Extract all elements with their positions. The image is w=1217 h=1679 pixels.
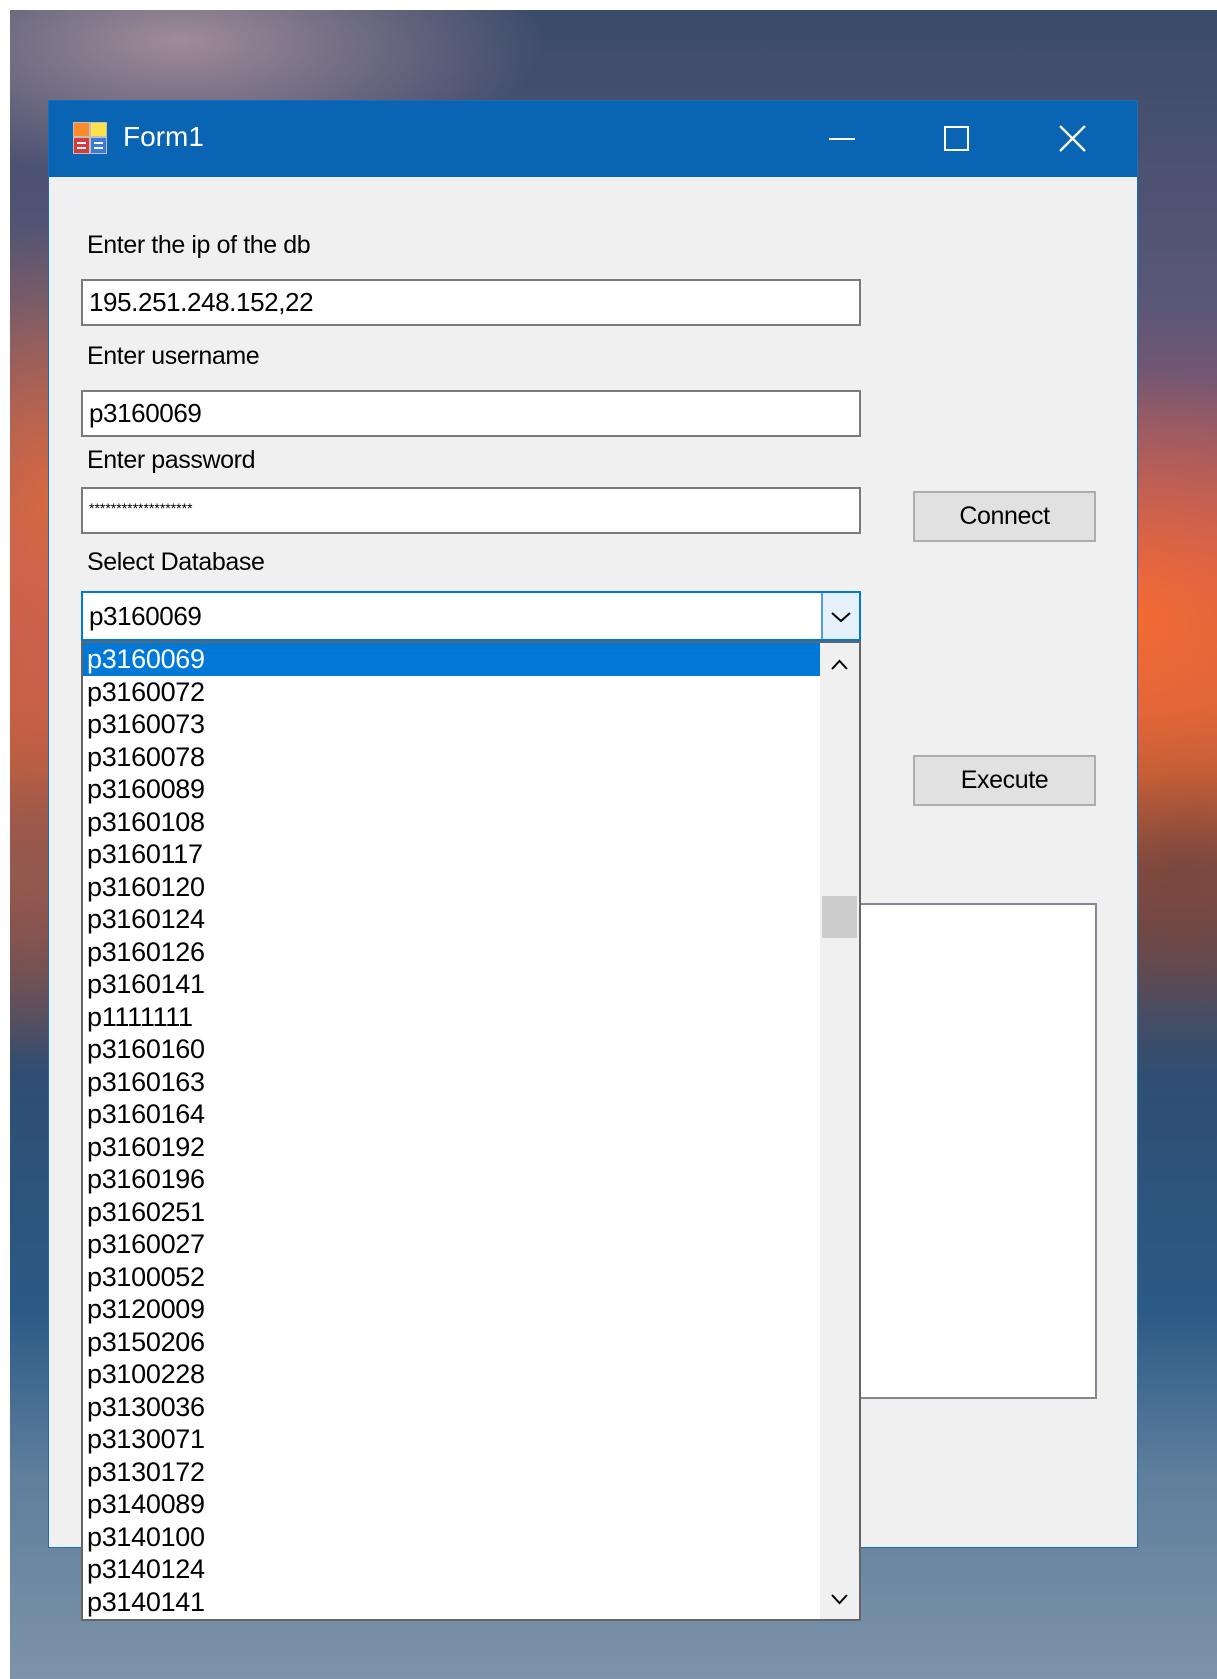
select-database-label: Select Database bbox=[87, 548, 265, 576]
dropdown-option[interactable]: p3130036 bbox=[83, 1391, 822, 1424]
dropdown-option[interactable]: p3160089 bbox=[83, 773, 822, 806]
dropdown-option[interactable]: p3120009 bbox=[83, 1293, 822, 1326]
database-combobox[interactable]: p3160069 bbox=[81, 591, 861, 641]
dropdown-scrollbar[interactable] bbox=[820, 643, 859, 1619]
scrollbar-thumb[interactable] bbox=[822, 896, 857, 938]
dropdown-option[interactable]: p3150206 bbox=[83, 1326, 822, 1359]
dropdown-option[interactable]: p3130071 bbox=[83, 1423, 822, 1456]
dropdown-option[interactable]: p3160163 bbox=[83, 1066, 822, 1099]
database-dropdown-list[interactable]: p3160069 p3160072 p3160073 p3160078 p3160089… bbox=[81, 641, 861, 1621]
window-title: Form1 bbox=[123, 121, 204, 152]
execute-button[interactable]: Execute bbox=[913, 755, 1096, 806]
dropdown-option[interactable]: p3160164 bbox=[83, 1098, 822, 1131]
username-label: Enter username bbox=[87, 342, 260, 370]
dropdown-option[interactable]: p3160072 bbox=[83, 676, 822, 709]
output-textarea[interactable] bbox=[861, 903, 1097, 1399]
combobox-selected-value: p3160069 bbox=[89, 601, 202, 631]
dropdown-option[interactable]: p3160027 bbox=[83, 1228, 822, 1261]
maximize-icon bbox=[944, 126, 969, 151]
dropdown-option[interactable]: p3130172 bbox=[83, 1456, 822, 1489]
password-label: Enter password bbox=[87, 446, 256, 474]
screen-border-left bbox=[0, 0, 10, 1679]
dropdown-option[interactable]: p3160108 bbox=[83, 806, 822, 839]
dropdown-option[interactable]: p3140124 bbox=[83, 1553, 822, 1586]
dropdown-option[interactable]: p3140100 bbox=[83, 1521, 822, 1554]
dropdown-items: p3160069 p3160072 p3160073 p3160078 p3160089… bbox=[83, 643, 822, 1618]
minimize-icon bbox=[829, 138, 855, 140]
connect-button[interactable]: Connect bbox=[913, 491, 1096, 542]
dropdown-option[interactable]: p3140089 bbox=[83, 1488, 822, 1521]
dropdown-option[interactable]: p3160192 bbox=[83, 1131, 822, 1164]
dropdown-option[interactable]: p3160160 bbox=[83, 1033, 822, 1066]
dropdown-option[interactable]: p3140141 bbox=[83, 1586, 822, 1619]
close-button[interactable] bbox=[1015, 101, 1129, 177]
dropdown-option[interactable]: p3160073 bbox=[83, 708, 822, 741]
scroll-down-arrow-icon[interactable] bbox=[820, 1579, 859, 1619]
scroll-up-arrow-icon[interactable] bbox=[820, 645, 859, 685]
username-input[interactable]: p3160069 bbox=[81, 390, 861, 437]
dropdown-option[interactable]: p3160117 bbox=[83, 838, 822, 871]
dropdown-option[interactable]: p3100228 bbox=[83, 1358, 822, 1391]
dropdown-option[interactable]: p3160141 bbox=[83, 968, 822, 1001]
dropdown-option[interactable]: p3160078 bbox=[83, 741, 822, 774]
dropdown-option[interactable]: p3160124 bbox=[83, 903, 822, 936]
dropdown-option[interactable]: p3160126 bbox=[83, 936, 822, 969]
dropdown-option[interactable]: p3100052 bbox=[83, 1261, 822, 1294]
dropdown-option[interactable]: p3160251 bbox=[83, 1196, 822, 1229]
maximize-button[interactable] bbox=[900, 101, 1014, 177]
screen-border-top bbox=[0, 0, 1217, 10]
ip-input[interactable]: 195.251.248.152,22 bbox=[81, 279, 861, 326]
close-icon bbox=[1059, 125, 1086, 152]
dropdown-option[interactable]: p1111111 bbox=[83, 1001, 822, 1034]
ip-label: Enter the ip of the db bbox=[87, 231, 311, 259]
title-bar[interactable]: Form1 bbox=[49, 101, 1137, 177]
minimize-button[interactable] bbox=[785, 101, 899, 177]
windows-form-icon[interactable] bbox=[73, 122, 107, 154]
chevron-down-icon[interactable] bbox=[821, 593, 859, 639]
dropdown-option[interactable]: p3160120 bbox=[83, 871, 822, 904]
dropdown-option[interactable]: p3160069 bbox=[83, 643, 822, 676]
password-input[interactable]: ******************* bbox=[81, 487, 861, 534]
dropdown-option[interactable]: p3160196 bbox=[83, 1163, 822, 1196]
